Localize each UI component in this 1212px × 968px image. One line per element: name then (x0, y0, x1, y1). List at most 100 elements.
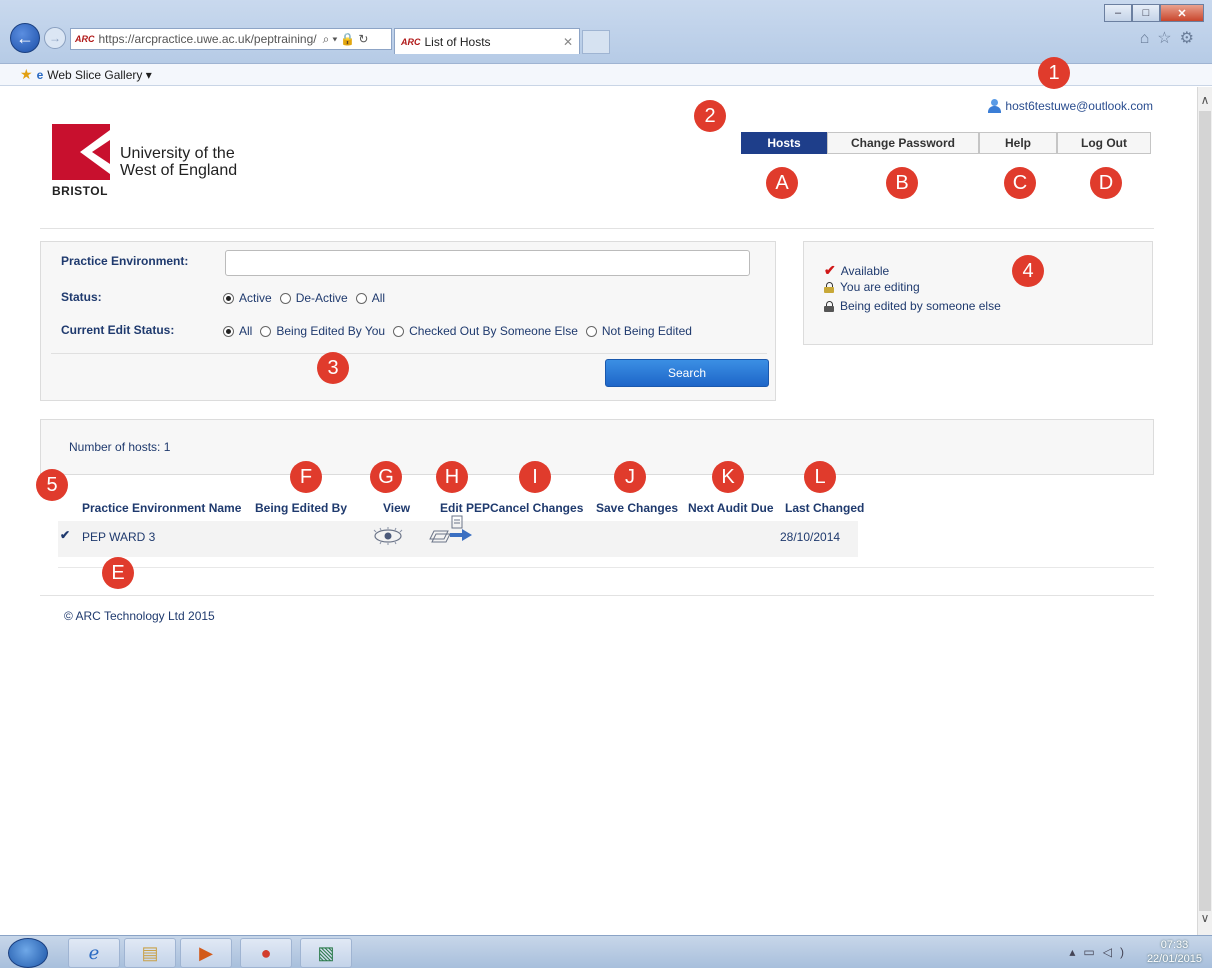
web-slice-gallery-link[interactable]: Web Slice Gallery ▾ (47, 68, 152, 82)
header-divider (40, 228, 1154, 229)
start-button[interactable] (8, 938, 48, 968)
annotation-badge-l: L (804, 461, 836, 493)
taskbar-chrome-icon[interactable]: ● (240, 938, 292, 968)
lock-gold-icon (824, 281, 835, 293)
logo-line-1: University of the (120, 145, 235, 162)
edit-status-all-radio[interactable]: All (223, 324, 252, 338)
browser-toolbar-icons[interactable]: ⌂☆⚙ (1140, 28, 1202, 48)
annotation-badge-f: F (290, 461, 322, 493)
annotation-badge-i: I (519, 461, 551, 493)
status-active-radio[interactable]: Active (223, 291, 272, 305)
annotation-badge-c: C (1004, 167, 1036, 199)
annotation-badge-2: 2 (694, 100, 726, 132)
footer-divider (40, 595, 1154, 596)
edit-pep-icon[interactable] (426, 515, 478, 545)
status-deactive-radio[interactable]: De-Active (279, 291, 348, 305)
back-button[interactable]: ← (10, 23, 40, 53)
window-controls: – □ ✕ (1104, 4, 1204, 22)
uwe-logo[interactable]: University of the West of England BRISTO… (52, 124, 252, 204)
col-practice-env-name[interactable]: Practice Environment Name (82, 501, 241, 515)
clock-date: 22/01/2015 (1146, 953, 1202, 965)
practice-env-label: Practice Environment: (61, 254, 189, 268)
annotation-badge-b: B (886, 167, 918, 199)
tab-favicon: ARC (401, 36, 421, 47)
legend-available: ✔ Available (824, 262, 890, 278)
address-bar-icons[interactable]: ⌕▾🔒↻ (323, 32, 372, 47)
taskbar-app-icon[interactable]: ▧ (300, 938, 352, 968)
status-label: Status: (61, 290, 102, 304)
main-menu: Hosts Change Password Help Log Out (741, 132, 1151, 154)
minimize-button[interactable]: – (1104, 4, 1132, 22)
favorites-star-icon[interactable]: ★ (20, 66, 33, 83)
windows-taskbar: ℯ ▤ ▶ ● ▧ ▴▭◁) 07:33 22/01/2015 (0, 935, 1212, 968)
scroll-thumb[interactable] (1199, 111, 1211, 911)
col-view: View (383, 501, 411, 515)
lock-icon (824, 300, 835, 312)
tab-list-of-hosts[interactable]: ARC List of Hosts ✕ (394, 28, 580, 54)
scroll-up-icon[interactable]: ∧ (1198, 93, 1212, 111)
available-checkmark-icon: ✔ (60, 528, 71, 542)
taskbar-ie-icon[interactable]: ℯ (68, 938, 120, 968)
edit-status-label: Current Edit Status: (61, 323, 175, 337)
forward-button[interactable]: → (44, 27, 66, 49)
url-text: https://arcpractice.uwe.ac.uk/peptrainin… (98, 32, 317, 46)
user-email: host6testuwe@outlook.com (1005, 99, 1153, 113)
row-practice-env-name[interactable]: PEP WARD 3 (82, 530, 155, 544)
annotation-badge-3: 3 (317, 352, 349, 384)
status-legend: ✔ Available You are editing Being edited… (803, 241, 1153, 345)
menu-hosts[interactable]: Hosts (741, 132, 827, 154)
scroll-down-icon[interactable]: ∨ (1198, 911, 1212, 929)
menu-help[interactable]: Help (979, 132, 1057, 154)
col-cancel-changes: Cancel Changes (490, 501, 584, 515)
annotation-badge-j: J (614, 461, 646, 493)
user-account: host6testuwe@outlook.com (988, 99, 1153, 113)
edit-status-someone-else-radio[interactable]: Checked Out By Someone Else (393, 324, 578, 338)
annotation-badge-4: 4 (1012, 255, 1044, 287)
vertical-scrollbar[interactable]: ∧ ∨ (1197, 87, 1212, 935)
taskbar-media-icon[interactable]: ▶ (180, 938, 232, 968)
maximize-button[interactable]: □ (1132, 4, 1160, 22)
page-content: host6testuwe@outlook.com University of t… (0, 57, 1197, 935)
address-bar[interactable]: ARC https://arcpractice.uwe.ac.uk/peptra… (70, 28, 392, 50)
practice-env-input[interactable] (225, 250, 750, 276)
annotation-badge-h: H (436, 461, 468, 493)
status-all-radio[interactable]: All (355, 291, 385, 305)
logo-bristol: BRISTOL (52, 184, 108, 198)
annotation-badge-e: E (102, 557, 134, 589)
legend-someone-else: Being edited by someone else (824, 299, 1001, 313)
annotation-badge-1: 1 (1038, 57, 1070, 89)
col-edit-pep: Edit PEP (440, 501, 491, 515)
checkmark-icon: ✔ (824, 262, 836, 278)
search-panel: Practice Environment: Status: Active De-… (40, 241, 776, 401)
col-next-audit-due[interactable]: Next Audit Due (688, 501, 774, 515)
new-tab-button[interactable] (582, 30, 610, 54)
legend-you-editing: You are editing (824, 280, 920, 294)
menu-change-password[interactable]: Change Password (827, 132, 979, 154)
table-divider (58, 567, 1154, 568)
edit-status-radio-group: All Being Edited By You Checked Out By S… (223, 324, 700, 338)
browser-titlebar: – □ ✕ ← → ARC https://arcpractice.uwe.ac… (0, 0, 1212, 64)
annotation-badge-k: K (712, 461, 744, 493)
close-window-button[interactable]: ✕ (1160, 4, 1204, 22)
edit-status-by-you-radio[interactable]: Being Edited By You (260, 324, 385, 338)
taskbar-explorer-icon[interactable]: ▤ (124, 938, 176, 968)
col-save-changes: Save Changes (596, 501, 679, 515)
status-radio-group: Active De-Active All (223, 291, 393, 305)
tab-title: List of Hosts (424, 34, 491, 49)
view-eye-icon[interactable] (369, 527, 407, 545)
logo-university-name: University of the West of England (120, 145, 237, 179)
system-tray-icons[interactable]: ▴▭◁) (1069, 945, 1132, 959)
annotation-badge-5: 5 (36, 469, 68, 501)
col-last-changed[interactable]: Last Changed (785, 501, 864, 515)
edit-status-not-edited-radio[interactable]: Not Being Edited (585, 324, 692, 338)
hosts-count: Number of hosts: 1 (69, 440, 171, 454)
annotation-badge-g: G (370, 461, 402, 493)
tab-close-icon[interactable]: ✕ (563, 35, 573, 49)
footer-copyright: © ARC Technology Ltd 2015 (64, 609, 215, 623)
system-clock[interactable]: 07:33 22/01/2015 (1147, 938, 1202, 966)
search-button[interactable]: Search (605, 359, 769, 387)
menu-log-out[interactable]: Log Out (1057, 132, 1151, 154)
col-being-edited-by[interactable]: Being Edited By (255, 501, 347, 515)
row-last-changed: 28/10/2014 (780, 530, 841, 544)
arc-favicon: ARC (75, 34, 95, 44)
